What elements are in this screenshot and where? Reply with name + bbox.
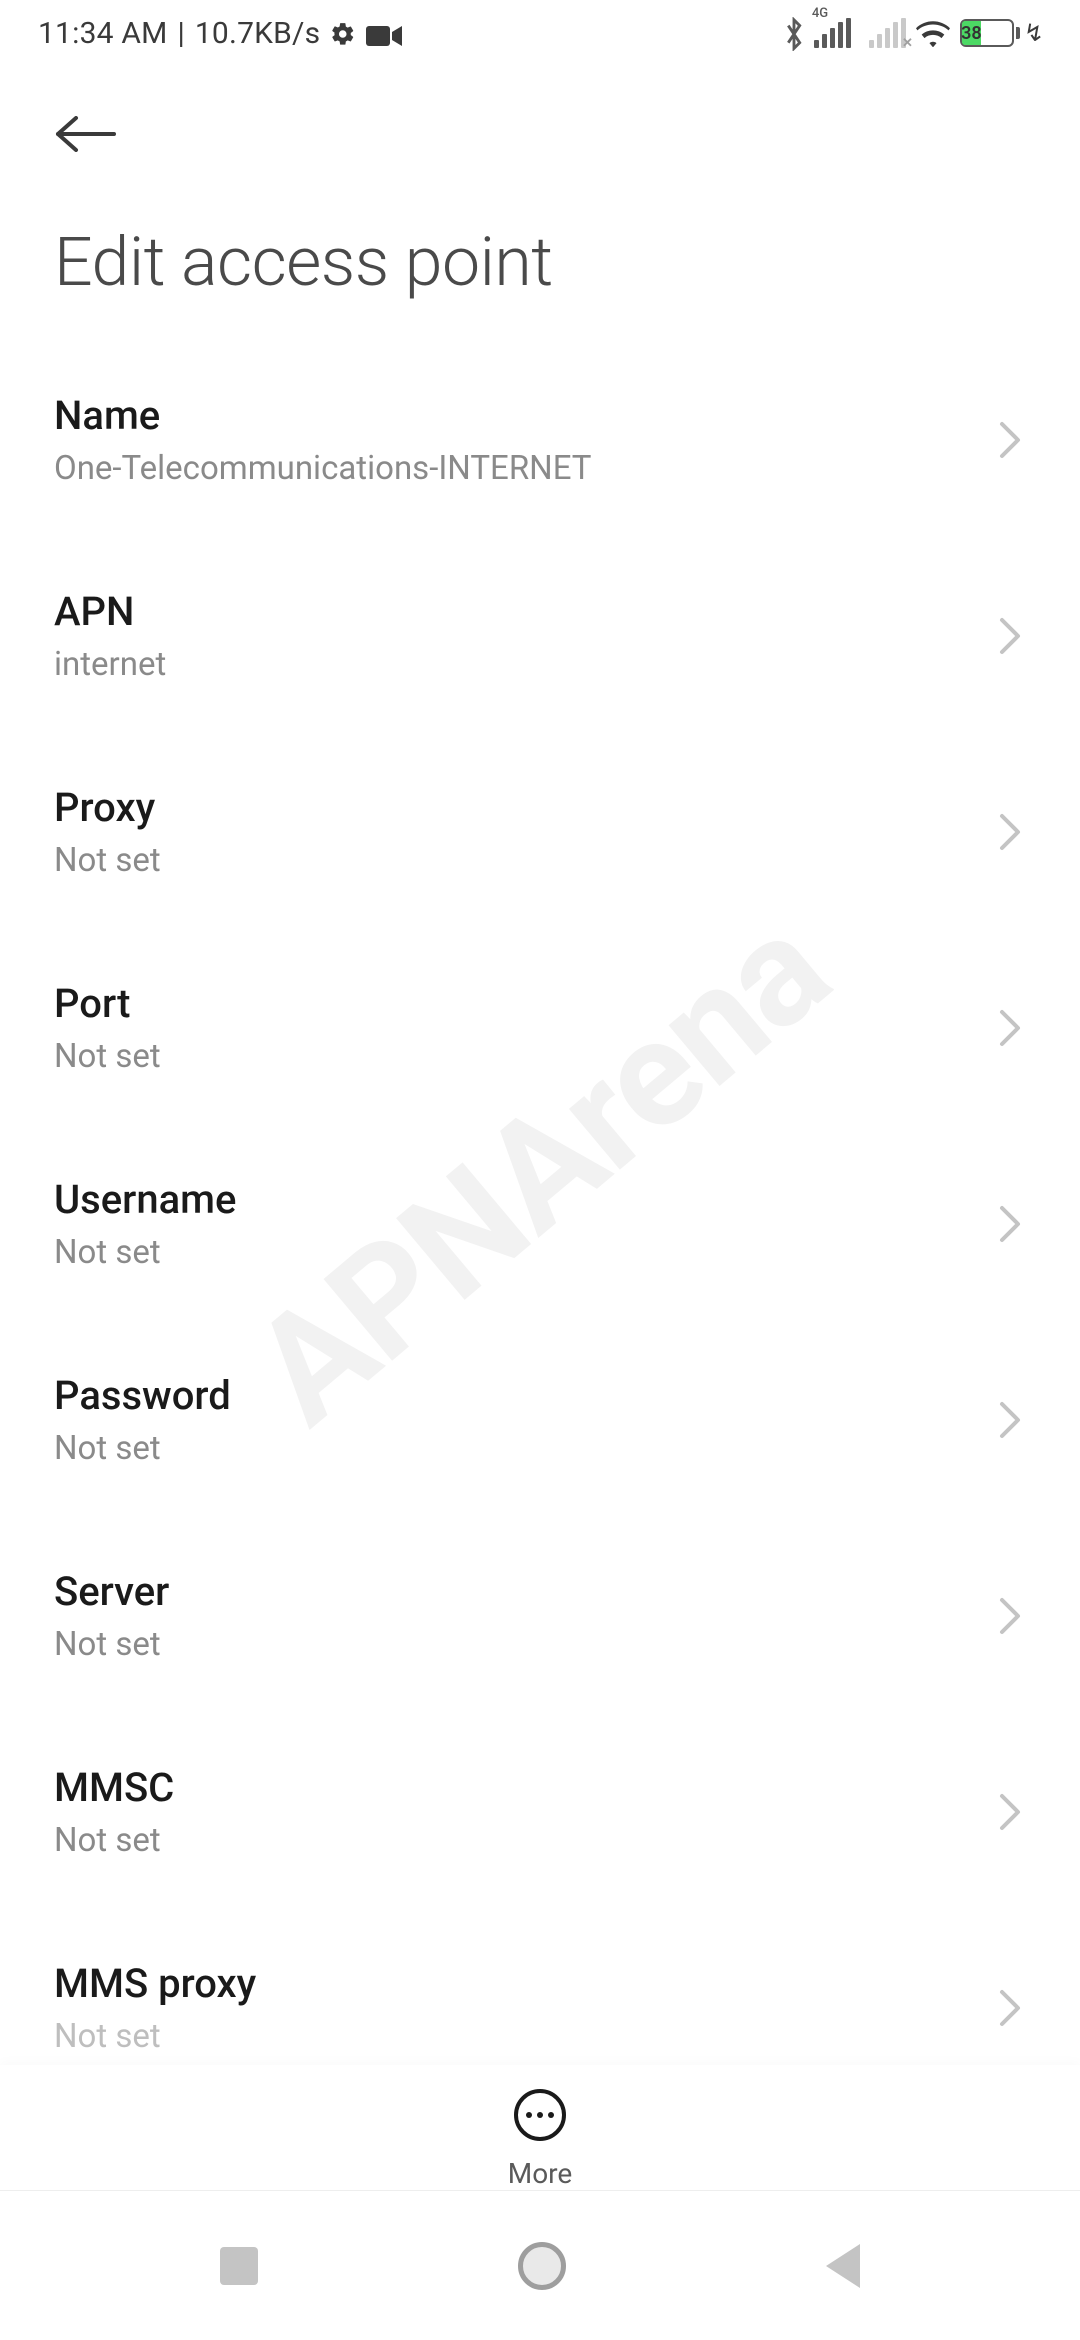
status-bar: 11:34 AM | 10.7KB/s 4G	[0, 0, 1080, 66]
no-sim-x-icon: ✕	[902, 36, 913, 51]
page-title: Edit access point	[0, 186, 1080, 342]
setting-label: Port	[54, 980, 161, 1027]
setting-item-password[interactable]: Password Not set	[54, 1322, 1026, 1518]
setting-label: Password	[54, 1372, 231, 1419]
nav-back-button[interactable]	[826, 2244, 860, 2288]
status-data-rate: 10.7KB/s	[195, 16, 320, 51]
setting-value: Not set	[54, 1037, 161, 1076]
status-separator: |	[178, 16, 185, 51]
status-right: 4G ✕ 38	[784, 17, 1044, 49]
setting-item-username[interactable]: Username Not set	[54, 1126, 1026, 1322]
setting-value: One-Telecommunications-INTERNET	[54, 449, 591, 488]
setting-item-mms-proxy[interactable]: MMS proxy Not set	[54, 1910, 1026, 2066]
chevron-right-icon	[998, 616, 1022, 656]
more-icon	[514, 2089, 566, 2141]
navigation-bar	[0, 2190, 1080, 2340]
battery-percent: 38	[962, 21, 981, 45]
cellular-signal-2-icon: ✕	[869, 18, 906, 48]
setting-label: MMSC	[54, 1764, 174, 1811]
network-type-label: 4G	[812, 6, 828, 21]
setting-label: APN	[54, 588, 166, 635]
setting-value: Not set	[54, 1625, 169, 1664]
chevron-right-icon	[998, 1204, 1022, 1244]
gear-icon	[330, 20, 356, 46]
setting-label: MMS proxy	[54, 1960, 256, 2007]
setting-label: Name	[54, 392, 591, 439]
setting-item-port[interactable]: Port Not set	[54, 930, 1026, 1126]
nav-home-button[interactable]	[518, 2242, 566, 2290]
chevron-right-icon	[998, 1008, 1022, 1048]
status-time: 11:34 AM	[38, 16, 168, 51]
setting-item-server[interactable]: Server Not set	[54, 1518, 1026, 1714]
chevron-right-icon	[998, 1792, 1022, 1832]
cellular-signal-1-icon: 4G	[814, 18, 851, 48]
chevron-right-icon	[998, 1596, 1022, 1636]
chevron-right-icon	[998, 812, 1022, 852]
videocam-icon	[366, 21, 402, 45]
setting-item-name[interactable]: Name One-Telecommunications-INTERNET	[54, 342, 1026, 538]
wifi-icon	[916, 19, 950, 47]
bluetooth-icon	[784, 17, 804, 49]
setting-value: Not set	[54, 2017, 256, 2056]
setting-item-proxy[interactable]: Proxy Not set	[54, 734, 1026, 930]
status-left: 11:34 AM | 10.7KB/s	[38, 16, 402, 51]
back-button[interactable]	[54, 116, 118, 152]
setting-label: Username	[54, 1176, 236, 1223]
setting-item-mmsc[interactable]: MMSC Not set	[54, 1714, 1026, 1910]
charging-icon: ↯	[1024, 19, 1044, 47]
chevron-right-icon	[998, 420, 1022, 460]
setting-label: Proxy	[54, 784, 161, 831]
setting-value: Not set	[54, 1233, 236, 1272]
more-label: More	[508, 2157, 573, 2190]
chevron-right-icon	[998, 1400, 1022, 1440]
settings-list: Name One-Telecommunications-INTERNET APN…	[0, 342, 1080, 2066]
setting-value: internet	[54, 645, 166, 684]
more-button[interactable]: More	[0, 2065, 1080, 2190]
setting-value: Not set	[54, 841, 161, 880]
setting-item-apn[interactable]: APN internet	[54, 538, 1026, 734]
setting-value: Not set	[54, 1821, 174, 1860]
setting-label: Server	[54, 1568, 169, 1615]
nav-recents-button[interactable]	[220, 2247, 258, 2285]
battery-icon: 38 ↯	[960, 19, 1044, 47]
chevron-right-icon	[998, 1988, 1022, 2028]
setting-value: Not set	[54, 1429, 231, 1468]
